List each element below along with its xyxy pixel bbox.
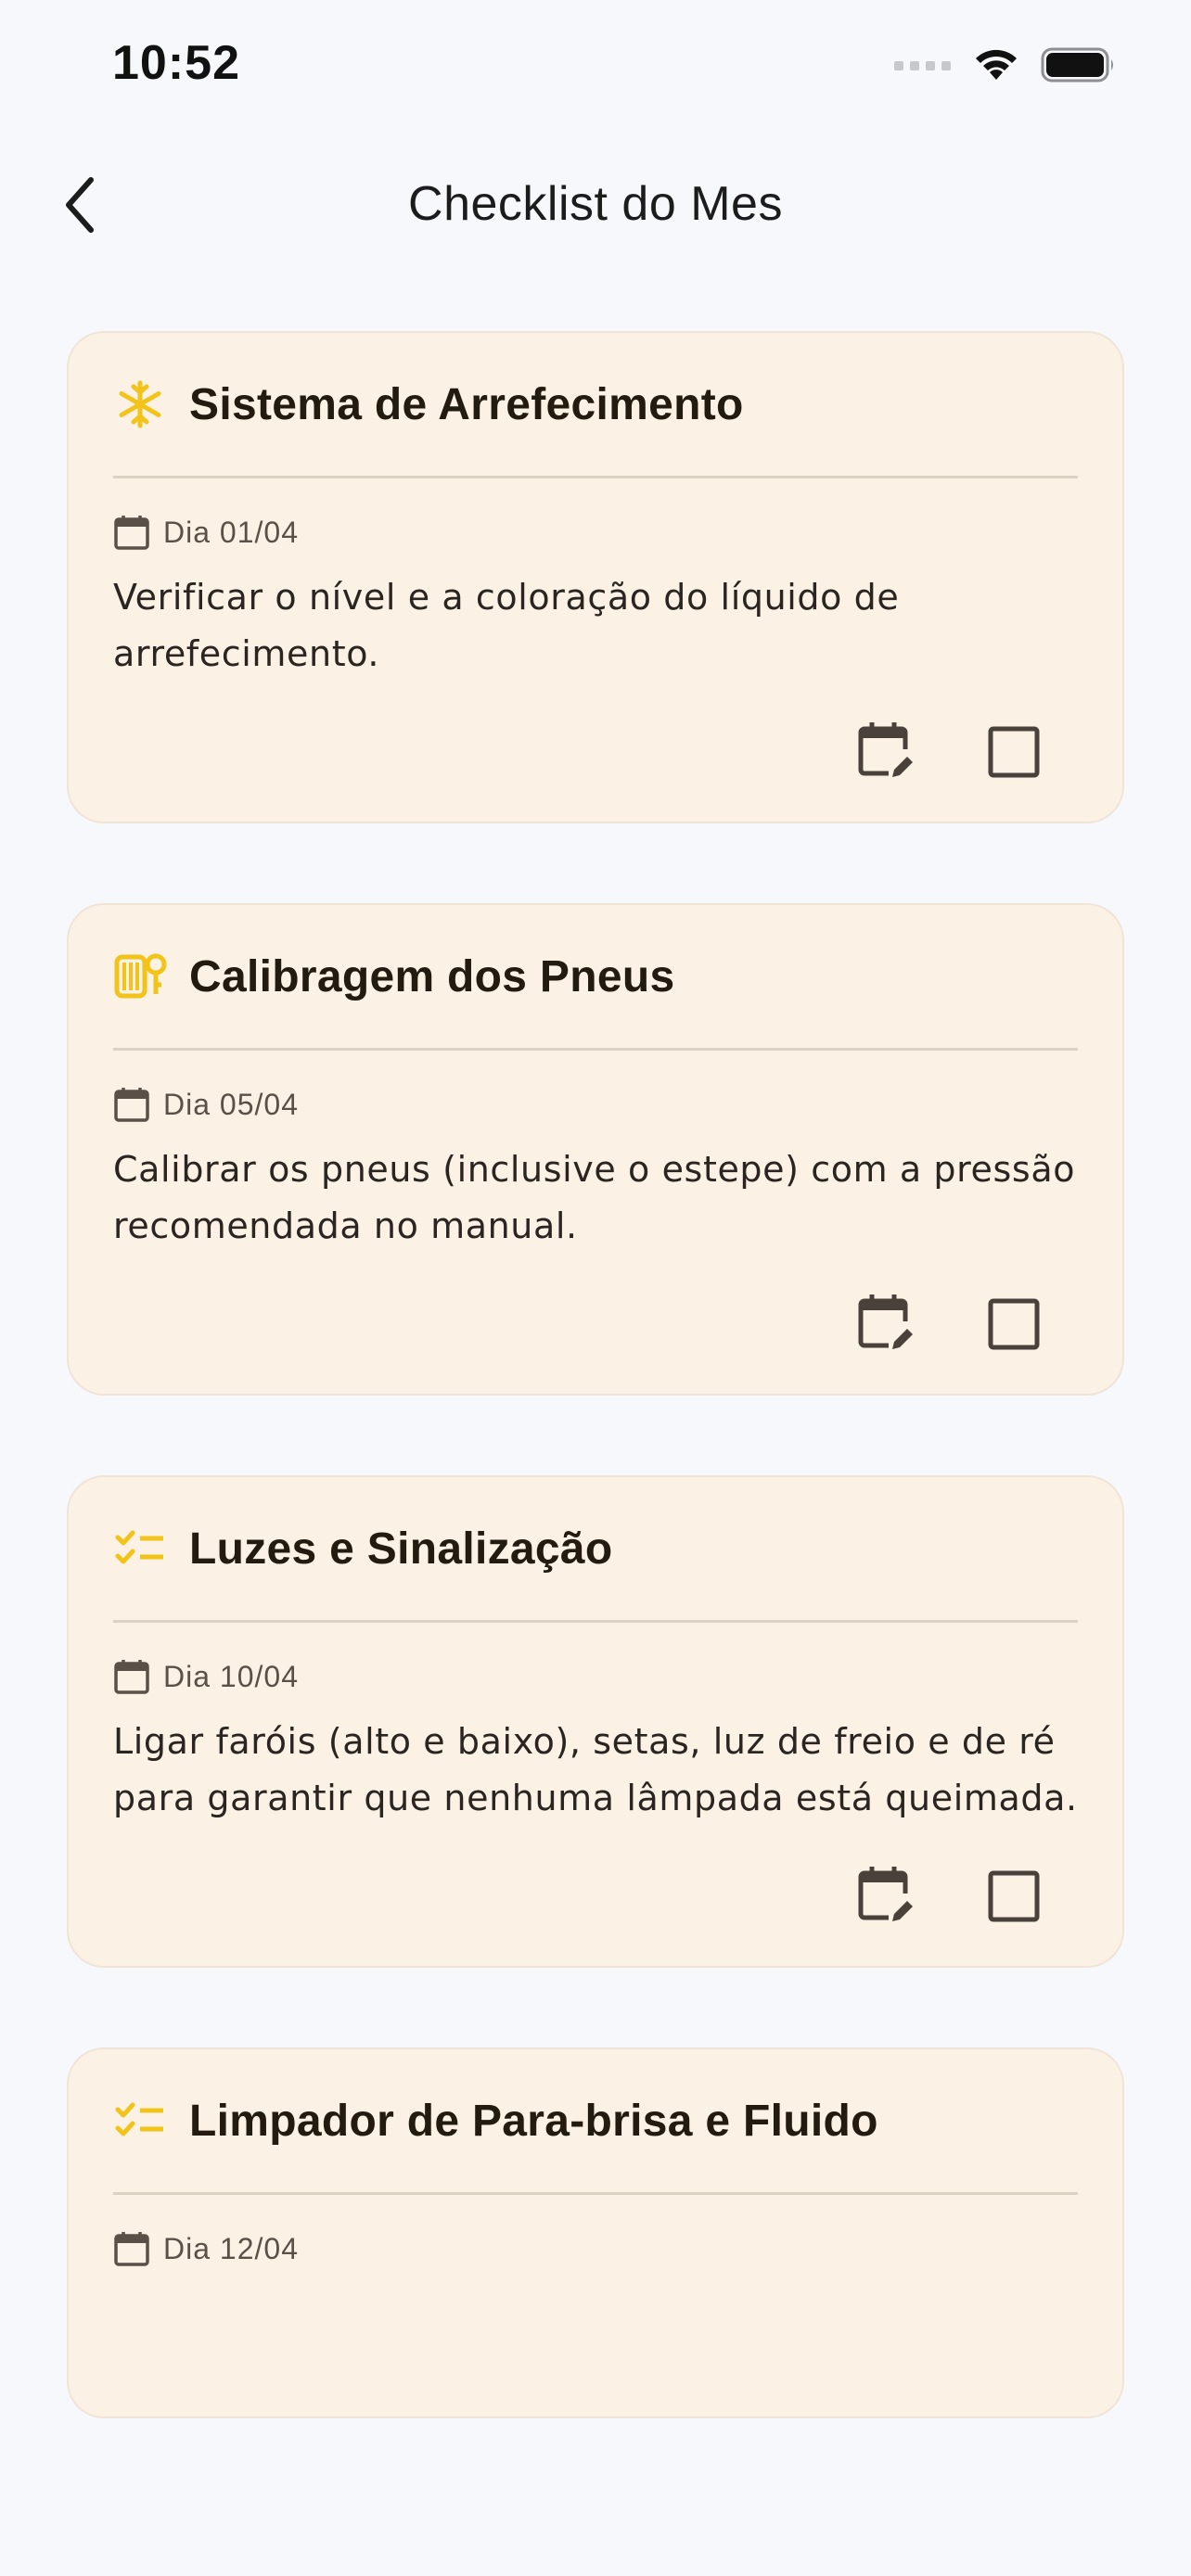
card-date: Dia 12/04: [113, 2228, 1078, 2269]
card-header: Luzes e Sinalização: [113, 1477, 1078, 1620]
card-description: Verificar o nível e a coloração do líqui…: [113, 577, 900, 674]
status-icons: [894, 46, 1117, 88]
tire-pressure-icon: [113, 950, 167, 1003]
card-date-text: Dia 10/04: [163, 1659, 299, 1693]
calendar-edit-icon: [857, 1292, 915, 1358]
calendar-icon: [113, 1086, 150, 1123]
calendar-icon: [113, 514, 150, 551]
card-title: Sistema de Arrefecimento: [189, 379, 744, 429]
card-actions: [113, 1827, 1078, 1966]
card-header: Limpador de Para-brisa e Fluido: [113, 2049, 1078, 2192]
card-date: Dia 05/04: [113, 1084, 1078, 1125]
card-description: Calibrar os pneus (inclusive o estepe) c…: [113, 1149, 1076, 1246]
card-date-text: Dia 05/04: [163, 1087, 299, 1121]
checklist-card: Limpador de Para-brisa e Fluido Dia 12/0…: [67, 2047, 1124, 2418]
card-title: Limpador de Para-brisa e Fluido: [189, 2096, 878, 2146]
page-title: Checklist do Mes: [408, 177, 783, 231]
card-date-text: Dia 01/04: [163, 515, 299, 549]
complete-checkbox[interactable]: [983, 721, 1044, 783]
signal-dots-icon: [894, 58, 952, 76]
card-divider: [113, 476, 1078, 478]
battery-icon: [1041, 46, 1117, 88]
checklist-card: Luzes e Sinalização Dia 10/04 Ligar faró…: [67, 1475, 1124, 1968]
card-divider: [113, 2192, 1078, 2195]
card-divider: [113, 1048, 1078, 1051]
card-date: Dia 01/04: [113, 512, 1078, 553]
checklist-card-list: Sistema de Arrefecimento Dia 01/04 Verif…: [67, 331, 1124, 2498]
card-title: Luzes e Sinalização: [189, 1524, 613, 1574]
card-description: Ligar faróis (alto e baixo), setas, luz …: [113, 1721, 1078, 1818]
complete-checkbox[interactable]: [983, 1866, 1044, 1927]
checklist-screen: 10:52 Checklist do Mes Sistema de Arrefe…: [0, 0, 1191, 2576]
header: Checklist do Mes: [0, 130, 1191, 287]
calendar-edit-icon: [857, 1864, 915, 1930]
calendar-icon: [113, 2230, 150, 2267]
wifi-icon: [972, 46, 1020, 88]
card-header: Sistema de Arrefecimento: [113, 333, 1078, 476]
status-time: 10:52: [112, 36, 240, 90]
checklist-icon: [113, 1522, 167, 1575]
card-divider: [113, 1620, 1078, 1623]
status-bar: 10:52: [0, 0, 1191, 130]
card-actions: [113, 682, 1078, 822]
snowflake-icon: [113, 377, 167, 431]
calendar-icon: [113, 1658, 150, 1695]
card-date: Dia 10/04: [113, 1656, 1078, 1697]
checklist-icon: [113, 2094, 167, 2148]
card-actions: [113, 1255, 1078, 1394]
card-date-text: Dia 12/04: [163, 2231, 299, 2265]
card-header: Calibragem dos Pneus: [113, 905, 1078, 1048]
checklist-card: Sistema de Arrefecimento Dia 01/04 Verif…: [67, 331, 1124, 823]
checklist-card: Calibragem dos Pneus Dia 05/04 Calibrar …: [67, 903, 1124, 1396]
edit-date-button[interactable]: [855, 1294, 916, 1355]
complete-checkbox[interactable]: [983, 1294, 1044, 1355]
card-title: Calibragem dos Pneus: [189, 951, 675, 1001]
edit-date-button[interactable]: [855, 1866, 916, 1927]
edit-date-button[interactable]: [855, 721, 916, 783]
calendar-edit-icon: [857, 720, 915, 785]
